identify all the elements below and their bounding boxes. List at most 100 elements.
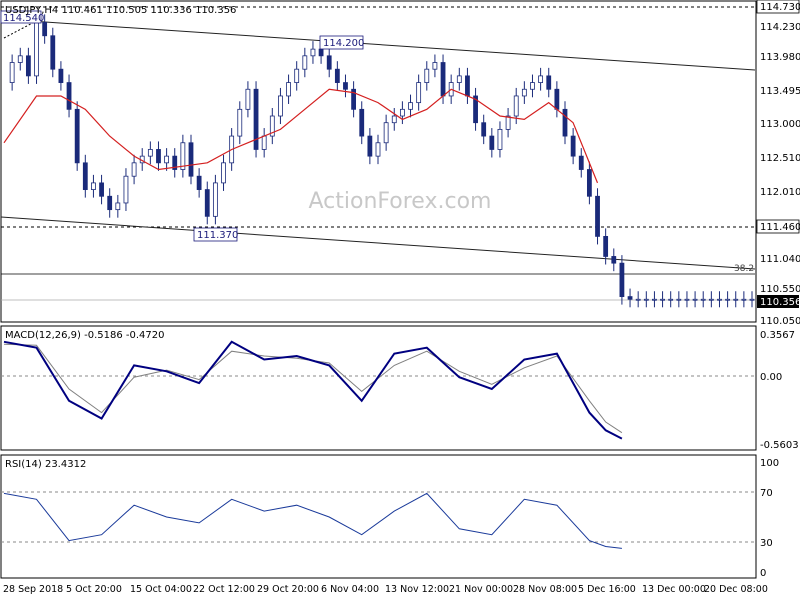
candle-body: [521, 88, 527, 97]
macd-panel-title: MACD(12,26,9) -0.5186 -0.4720: [5, 330, 165, 341]
candle-body: [42, 21, 48, 37]
price-tick: 112.010: [760, 187, 800, 198]
candle-body: [586, 169, 592, 197]
candle-body: [668, 298, 674, 301]
rsi-tick: 0: [760, 568, 766, 579]
price-tick: 110.050: [760, 316, 800, 327]
price-tick: 114.230: [760, 22, 800, 33]
x-tick-label: 5 Oct 20:00: [66, 584, 122, 595]
macd-tick: 0.00: [760, 372, 782, 383]
candle-body: [302, 55, 308, 70]
candle-body: [367, 135, 373, 157]
fib-label: 38.2: [734, 264, 754, 274]
rsi-tick: 70: [760, 488, 773, 499]
candle-body: [212, 182, 218, 217]
candle-body: [375, 142, 381, 157]
candle-body: [416, 82, 422, 104]
x-tick-label: 28 Nov 08:00: [513, 584, 577, 595]
candle-body: [58, 68, 64, 83]
candle-body: [513, 95, 519, 117]
candle-body: [188, 142, 194, 177]
usdjpy-chart: ActionForex.com 114.540 114.200 111.370 …: [0, 0, 800, 600]
x-tick-label: 13 Dec 00:00: [642, 584, 706, 595]
candle-body: [708, 298, 714, 301]
candle-body: [554, 88, 560, 110]
candle-body: [717, 298, 722, 301]
price-top-label-text: 114.730: [760, 2, 800, 13]
candle-body: [221, 162, 226, 184]
candle-body: [627, 296, 633, 300]
candle-body: [286, 82, 291, 97]
candle-body: [99, 182, 104, 197]
candle-body: [530, 82, 535, 90]
price-tick: 113.495: [760, 86, 800, 97]
candle-body: [261, 135, 267, 150]
candle-body: [505, 115, 511, 130]
candle-body: [440, 62, 446, 97]
candle-body: [34, 21, 39, 77]
candle-body: [456, 75, 462, 83]
candle-body: [343, 82, 348, 90]
last-price-label: 110.356: [757, 295, 800, 308]
annotation-114200: 114.200: [319, 35, 364, 50]
candle-body: [733, 298, 739, 301]
candle-body: [334, 68, 340, 83]
candle-body: [115, 202, 121, 211]
candle-body: [17, 55, 23, 63]
rsi-tick: 100: [760, 458, 779, 469]
price-panel-title: USDJPY,H4 110.461 110.505 110.336 110.35…: [5, 5, 236, 16]
candle-body: [652, 298, 657, 301]
annotation-111370: 111.370: [193, 227, 238, 242]
candle-body: [481, 122, 487, 137]
candle-body: [74, 108, 80, 164]
candle-body: [562, 108, 568, 137]
level-label-text: 111.460: [760, 222, 800, 233]
x-tick-label: 28 Sep 2018: [3, 584, 63, 595]
candle-body: [741, 298, 747, 301]
candle-body: [643, 298, 649, 301]
candle-body: [91, 182, 96, 190]
x-tick-label: 20 Dec 08:00: [704, 584, 768, 595]
candle-body: [611, 256, 617, 264]
candle-body: [25, 55, 31, 77]
x-tick-label: 29 Oct 20:00: [257, 584, 319, 595]
candle-body: [245, 88, 251, 110]
annotation-111370-text: 111.370: [197, 230, 238, 241]
x-tick-label: 13 Nov 12:00: [385, 584, 449, 595]
candle-body: [156, 149, 161, 164]
price-tick: 113.980: [760, 52, 800, 63]
macd-tick: -0.5603: [760, 440, 799, 451]
watermark: ActionForex.com: [309, 189, 492, 214]
candle-body: [383, 122, 389, 144]
candle-body: [107, 195, 113, 211]
price-tick: 112.510: [760, 153, 800, 164]
x-axis: 28 Sep 2018 5 Oct 20:00 15 Oct 04:00 22 …: [3, 584, 768, 595]
candle-body: [700, 298, 706, 301]
price-tick: 110.550: [760, 284, 800, 295]
candle-body: [196, 175, 202, 190]
candle-body: [408, 102, 413, 110]
candle-body: [318, 48, 324, 57]
level-label-111460: 111.460: [756, 219, 800, 234]
candle-body: [131, 162, 137, 177]
candle-body: [399, 108, 405, 117]
candle-body: [725, 298, 731, 301]
macd-tick: 0.3567: [760, 330, 795, 341]
candle-body: [538, 75, 544, 83]
rsi-tick: 30: [760, 538, 773, 549]
x-tick-label: 6 Nov 04:00: [321, 584, 379, 595]
price-tick: 111.040: [760, 254, 800, 265]
candle-body: [619, 262, 625, 297]
candle-body: [359, 108, 365, 137]
candle-body: [546, 75, 552, 90]
x-tick-label: 15 Oct 04:00: [130, 584, 192, 595]
candle-body: [570, 135, 576, 157]
candle-body: [692, 298, 698, 301]
x-tick-label: 21 Nov 00:00: [449, 584, 513, 595]
candle-body: [9, 62, 15, 83]
candle-body: [82, 162, 88, 190]
candle-body: [123, 175, 129, 204]
candle-body: [424, 68, 430, 83]
candle-body: [497, 128, 503, 150]
candle-body: [432, 62, 438, 70]
